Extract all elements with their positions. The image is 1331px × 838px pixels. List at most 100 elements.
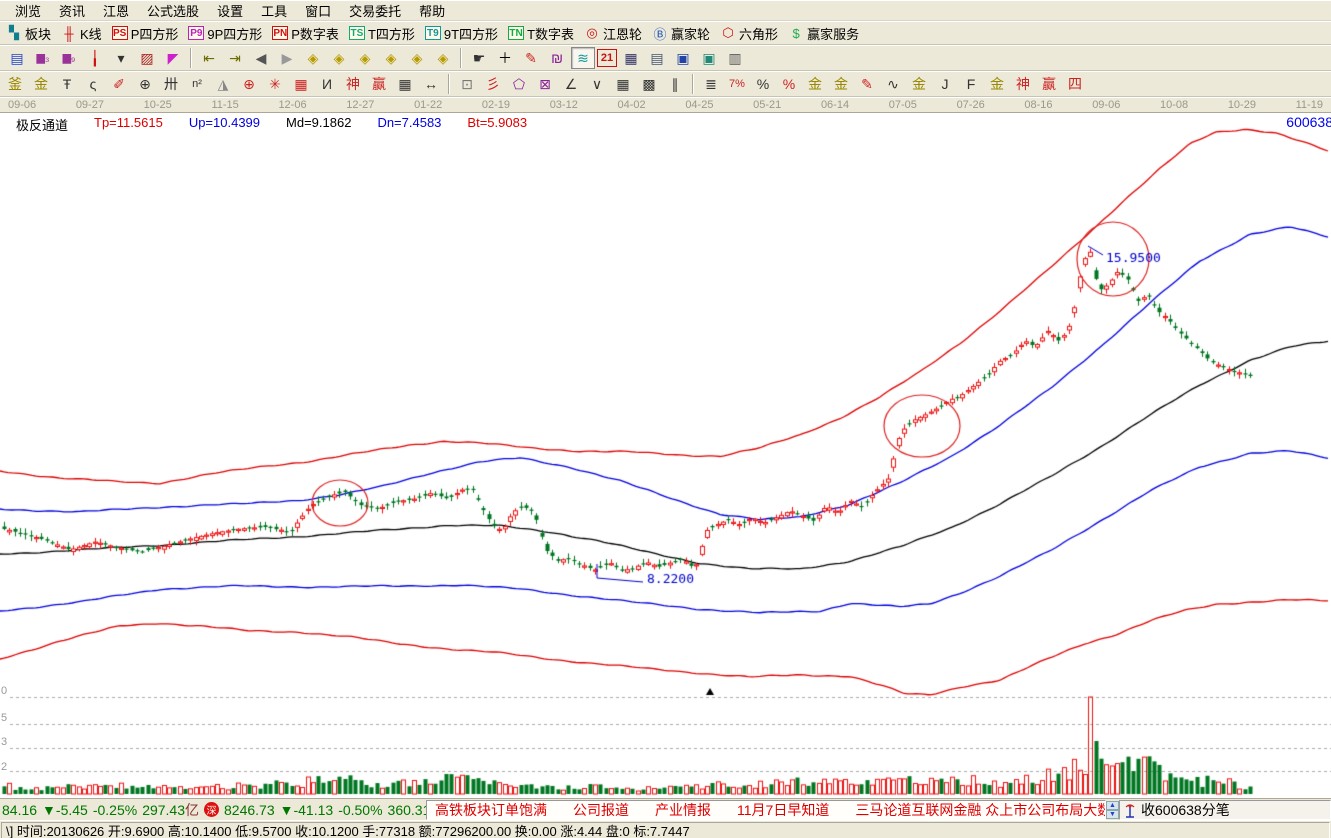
notes-pad-icon[interactable]: ▤: [645, 47, 669, 69]
circle-arrow-icon[interactable]: ⊕: [133, 73, 157, 95]
f-angle-icon[interactable]: F: [959, 73, 983, 95]
pentagon-fan-icon[interactable]: ⬠: [507, 73, 531, 95]
pen-bars-icon[interactable]: ✎: [855, 73, 879, 95]
t9-square-button[interactable]: T99T四方形: [422, 23, 504, 43]
menu-formula-stockpick[interactable]: 公式选股: [138, 0, 208, 21]
spiral-icon[interactable]: ς: [81, 73, 105, 95]
winner-service-button[interactable]: $赢家服务: [785, 23, 865, 43]
news-scroll-down-button[interactable]: ▼: [1106, 810, 1119, 819]
news-link-4[interactable]: 11月7日早知道: [737, 800, 829, 820]
gann-right-icon[interactable]: ◈: [327, 47, 351, 69]
kline-style-icon[interactable]: ╽: [83, 47, 107, 69]
ying-ruler-icon[interactable]: 赢: [367, 73, 391, 95]
menu-gann[interactable]: 江恩: [94, 0, 138, 21]
menu-tools[interactable]: 工具: [252, 0, 296, 21]
gann-expand-icon[interactable]: ◈: [353, 47, 377, 69]
price-ruler-icon[interactable]: ≣: [699, 73, 723, 95]
hexagon-button[interactable]: ⬡六角形: [717, 23, 784, 43]
flag-angle-icon[interactable]: ◮: [211, 73, 235, 95]
brush-icon[interactable]: ✐: [107, 73, 131, 95]
circle-cross-icon[interactable]: ⊕: [237, 73, 261, 95]
t-table-button[interactable]: TNT数字表: [505, 23, 580, 43]
j-angle-icon[interactable]: J: [933, 73, 957, 95]
menu-trade[interactable]: 交易委托: [340, 0, 410, 21]
date-tick: 07-26: [957, 99, 985, 111]
bars-3-icon[interactable]: ▆₃: [31, 47, 55, 69]
wave-paint-icon[interactable]: ▨: [135, 47, 159, 69]
gold-line-icon[interactable]: 金: [829, 73, 853, 95]
v-line-icon[interactable]: ∨: [585, 73, 609, 95]
bars-9-icon[interactable]: ▆₉: [57, 47, 81, 69]
shen-angle-icon[interactable]: 神: [1011, 73, 1035, 95]
sectors-button[interactable]: ▚板块: [3, 23, 57, 43]
news-link-5[interactable]: 三马论道互联网金融 众上市公司布局大数据: [855, 800, 1106, 820]
gold-ruler-icon[interactable]: 釜: [3, 73, 27, 95]
price-chart-canvas[interactable]: [0, 113, 1331, 798]
n2-ruler-icon[interactable]: n²: [185, 73, 209, 95]
ruler-123-icon[interactable]: ▦: [393, 73, 417, 95]
news-link-3[interactable]: 产业情报: [655, 800, 711, 820]
calculator-icon[interactable]: ▦: [619, 47, 643, 69]
starburst-icon[interactable]: ✳: [263, 73, 287, 95]
gann-left-icon[interactable]: ◈: [301, 47, 325, 69]
grid-axis-icon[interactable]: ▩: [637, 73, 661, 95]
pct-line-icon[interactable]: %: [777, 73, 801, 95]
gann-grid-icon[interactable]: ▦: [611, 73, 635, 95]
parallel-lines-icon[interactable]: ∥: [663, 73, 687, 95]
f-ruler-icon[interactable]: Ŧ: [55, 73, 79, 95]
tick-feed-panel[interactable]: 收600638分笔: [1119, 800, 1331, 820]
gold-circle-icon[interactable]: 金: [803, 73, 827, 95]
ying-angle-icon[interactable]: 赢: [1037, 73, 1061, 95]
menu-settings[interactable]: 设置: [208, 0, 252, 21]
channel-tool-icon[interactable]: ≋: [571, 47, 595, 69]
mark-tool-icon[interactable]: ✎: [519, 47, 543, 69]
print-icon[interactable]: ▥: [723, 47, 747, 69]
prev-bar-icon[interactable]: ◀: [249, 47, 273, 69]
last-bar-icon[interactable]: ⇥: [223, 47, 247, 69]
pct7-icon[interactable]: 7%: [725, 73, 749, 95]
kline-button[interactable]: ╫K线: [58, 23, 108, 43]
fan-lines-icon[interactable]: 彡: [481, 73, 505, 95]
p9-square-button[interactable]: P99P四方形: [185, 23, 268, 43]
grid-target-icon[interactable]: ▦: [289, 73, 313, 95]
gann-compress-icon[interactable]: ◈: [379, 47, 403, 69]
angle-line-icon[interactable]: ∠: [559, 73, 583, 95]
pct-icon[interactable]: %: [751, 73, 775, 95]
width-arrows-icon[interactable]: ↔: [419, 73, 443, 95]
calendar-21-icon[interactable]: 21: [597, 49, 617, 67]
box-fan-icon[interactable]: ⊠: [533, 73, 557, 95]
menu-news[interactable]: 资讯: [50, 0, 94, 21]
k-mark-icon[interactable]: И: [315, 73, 339, 95]
crosshair-tool-icon[interactable]: ＋: [493, 47, 517, 69]
formula-list-icon[interactable]: ▤: [5, 47, 29, 69]
news-link-2[interactable]: 公司报道: [573, 800, 629, 820]
hand-tool-icon[interactable]: ☛: [467, 47, 491, 69]
color-histogram-icon[interactable]: ◤: [161, 47, 185, 69]
gann-cross-icon[interactable]: ◈: [431, 47, 455, 69]
gann-wheel-button[interactable]: ◎江恩轮: [581, 23, 648, 43]
gold-underline-icon[interactable]: 金: [907, 73, 931, 95]
kline-style-dropdown[interactable]: ▾: [109, 47, 133, 69]
ribbon-tool-icon[interactable]: ₪: [545, 47, 569, 69]
gold-ruler2-icon[interactable]: 金: [29, 73, 53, 95]
gann-star-icon[interactable]: ◈: [405, 47, 429, 69]
next-bar-icon[interactable]: ▶: [275, 47, 299, 69]
winner-wheel-button[interactable]: Ⓑ赢家轮: [649, 23, 716, 43]
first-bar-icon[interactable]: ⇤: [197, 47, 221, 69]
box-ruler-icon[interactable]: ⊡: [455, 73, 479, 95]
menu-browse[interactable]: 浏览: [6, 0, 50, 21]
menu-help[interactable]: 帮助: [410, 0, 454, 21]
menu-window[interactable]: 窗口: [296, 0, 340, 21]
save-icon[interactable]: ▣: [671, 47, 695, 69]
news-link-1[interactable]: 高铁板块订单饱满: [435, 800, 547, 820]
si-angle-icon[interactable]: 四: [1063, 73, 1087, 95]
p-table-button[interactable]: PNP数字表: [269, 23, 345, 43]
shen-ruler-icon[interactable]: 神: [341, 73, 365, 95]
comb-ruler-icon[interactable]: 卅: [159, 73, 183, 95]
t-square-button[interactable]: TST四方形: [346, 23, 421, 43]
wave-line-icon[interactable]: ∿: [881, 73, 905, 95]
gold-angle-icon[interactable]: 金: [985, 73, 1009, 95]
save-web-icon[interactable]: ▣: [697, 47, 721, 69]
news-scroll-up-button[interactable]: ▲: [1106, 801, 1119, 810]
p-square-button[interactable]: PSP四方形: [109, 23, 185, 43]
